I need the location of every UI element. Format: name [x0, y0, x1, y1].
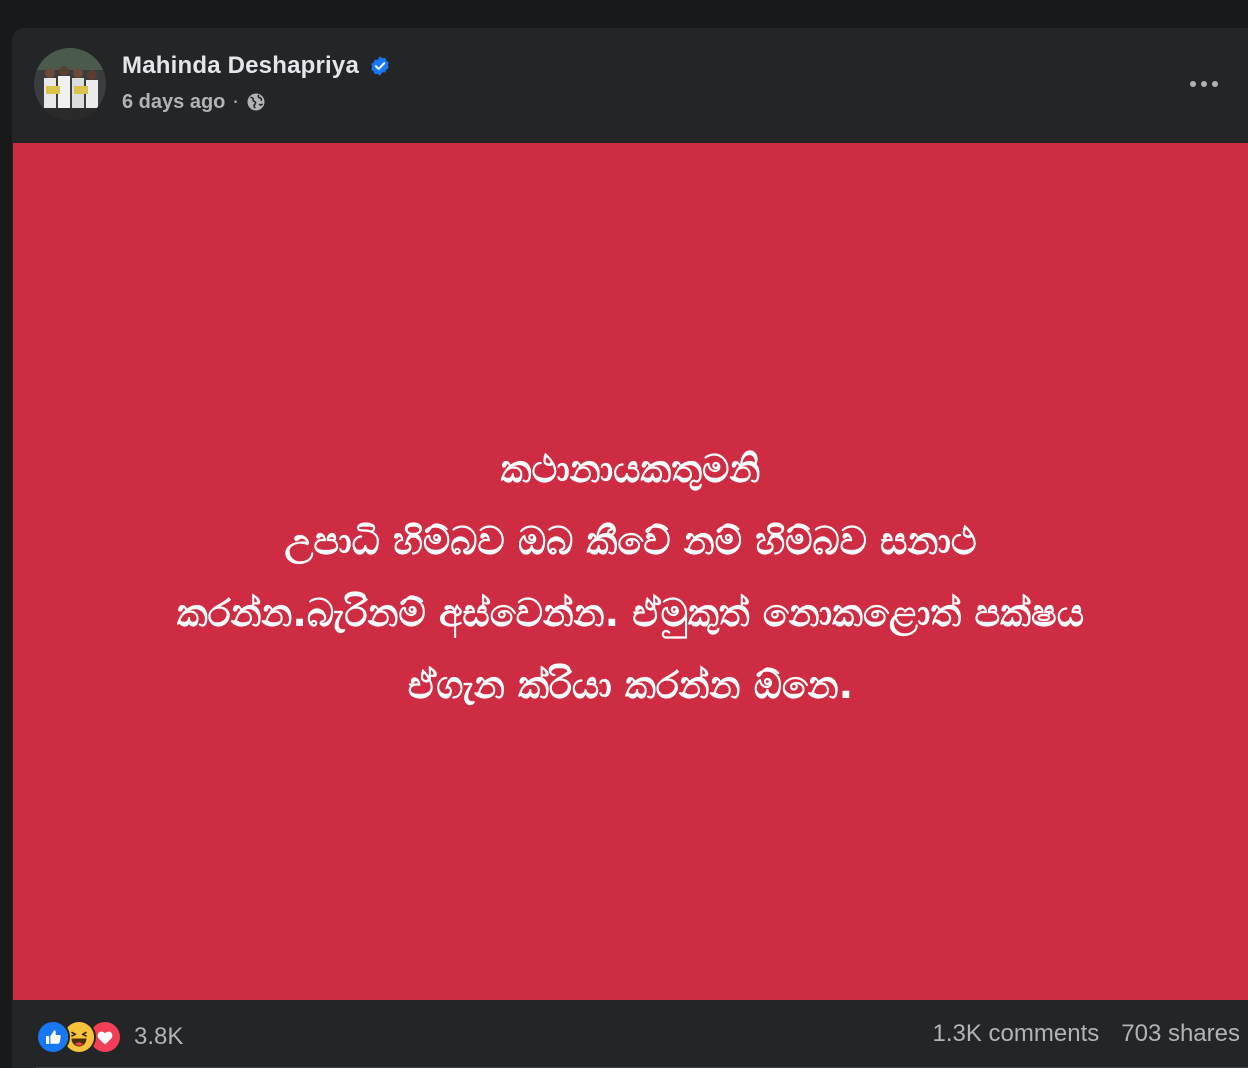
like-icon: [36, 1020, 70, 1054]
more-options-icon: [1190, 81, 1218, 87]
meta-separator: ·: [232, 90, 239, 114]
post-message: කථානායකතුමනි උපාධි හිම්බව ඔබ කීවේ නම් හි…: [51, 433, 1211, 721]
engagement-stats: 1.3K comments 703 shares: [911, 1020, 1240, 1048]
engagement-bar: 3.8K 1.3K comments 703 shares: [12, 1000, 1248, 1068]
reactions-summary[interactable]: 3.8K: [36, 1020, 183, 1054]
author-name[interactable]: Mahinda Deshapriya: [122, 52, 359, 80]
post-line: කරන්න.බැරිනම් අස්වෙන්න. ඒමුකුත් නොකළොත් …: [176, 590, 1085, 635]
comments-count-link[interactable]: 1.3K comments: [933, 1020, 1100, 1048]
author-row: Mahinda Deshapriya: [122, 52, 391, 80]
post-header: Mahinda Deshapriya 6 days ago ·: [12, 28, 1248, 143]
post-line: කථානායකතුමනි: [500, 446, 761, 491]
post-meta: 6 days ago ·: [122, 90, 266, 114]
globe-icon[interactable]: [246, 92, 266, 112]
post-line: ඒගැන ක්රියා කරන්න ඕනෙ.: [407, 662, 854, 707]
author-avatar[interactable]: [34, 48, 106, 120]
verified-badge-icon: [371, 56, 389, 76]
shares-count-link[interactable]: 703 shares: [1121, 1020, 1240, 1048]
avatar-photo: [34, 48, 106, 120]
post-card: Mahinda Deshapriya 6 days ago · කථානායකත…: [12, 28, 1248, 1068]
post-text-image[interactable]: කථානායකතුමනි උපාධි හිම්බව ඔබ කීවේ නම් හි…: [13, 143, 1248, 1000]
reaction-count: 3.8K: [134, 1023, 184, 1050]
more-options-button[interactable]: [1184, 66, 1224, 102]
post-timestamp[interactable]: 6 days ago: [122, 91, 225, 114]
post-line: උපාධි හිම්බව ඔබ කීවේ නම් හිම්බව සනාථ: [284, 518, 977, 563]
